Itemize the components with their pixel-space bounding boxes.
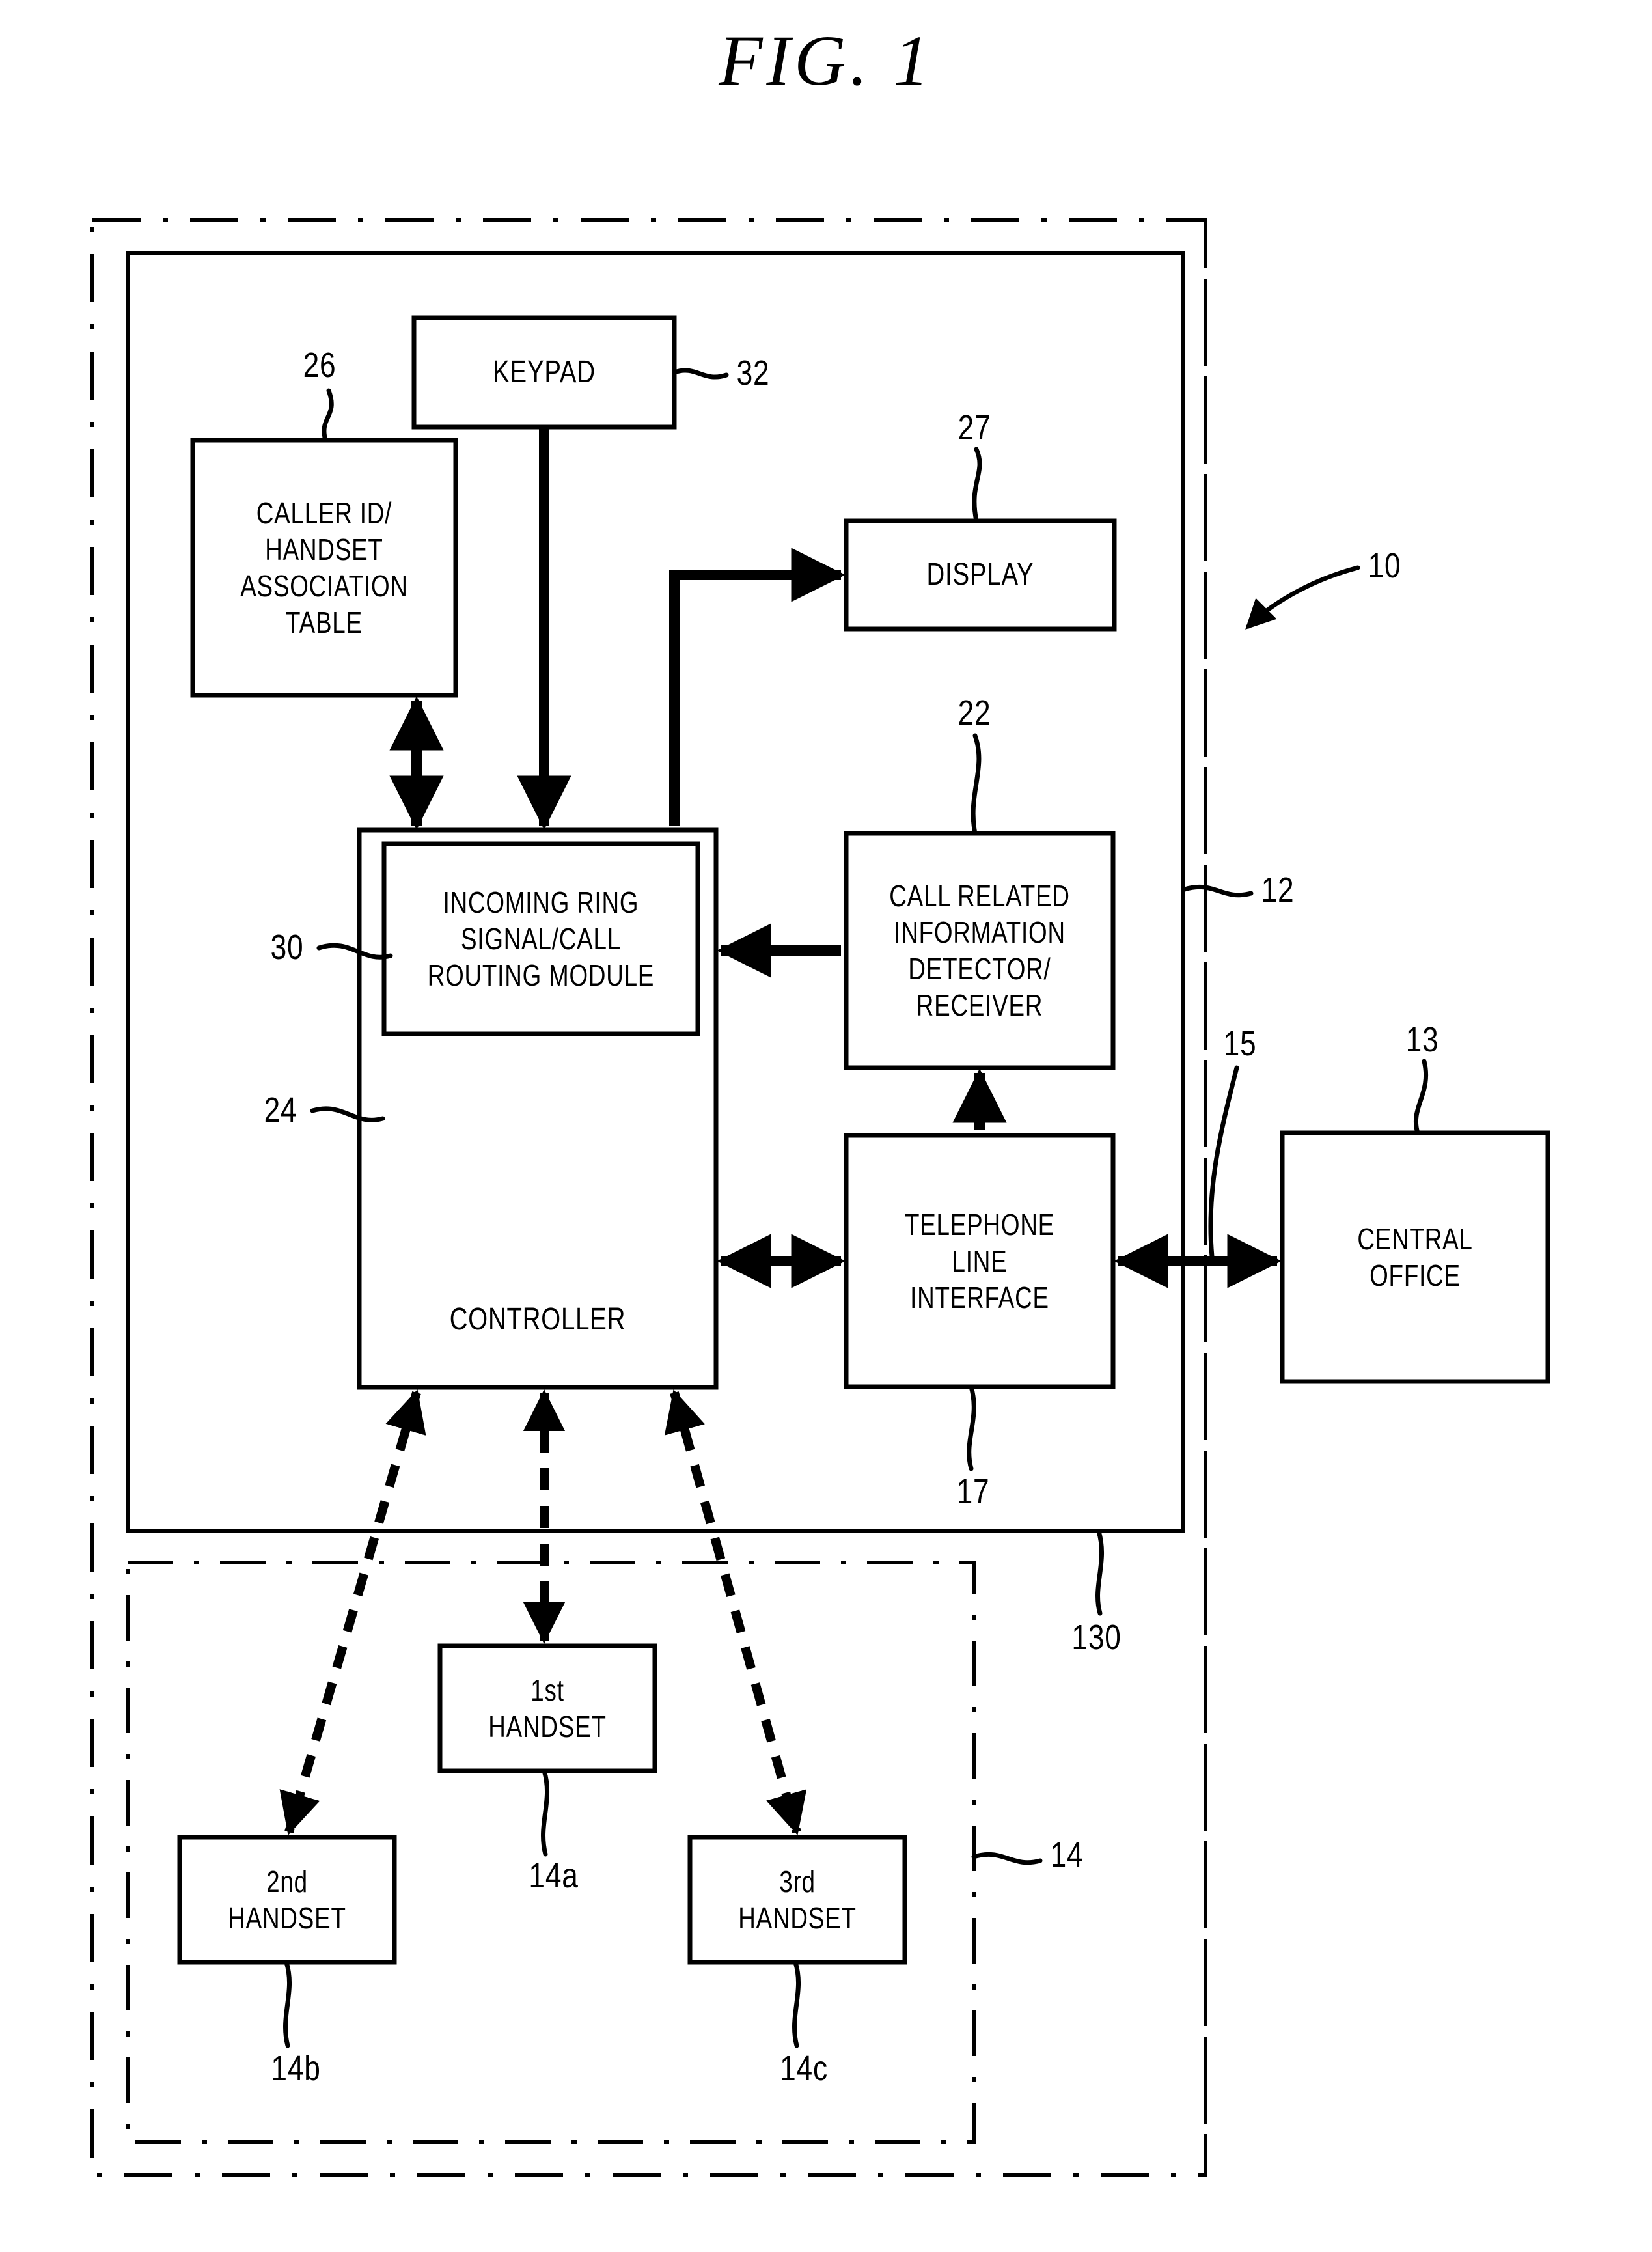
ref-15: 15	[1223, 1024, 1257, 1063]
leader-14a	[541, 1768, 550, 1857]
leader-14b	[283, 1960, 292, 2048]
ref-14: 14	[1050, 1835, 1084, 1874]
leader-27	[972, 447, 982, 523]
ref-14b: 14b	[271, 2049, 321, 2088]
leader-13	[1413, 1059, 1429, 1135]
display-box	[844, 518, 1117, 632]
diagram-line-art	[90, 218, 1550, 2177]
ref-32: 32	[736, 354, 770, 393]
central-office-box	[1280, 1130, 1550, 1384]
ref-17: 17	[956, 1472, 990, 1511]
figure-page: FIG. 1 KEYPAD CALLER ID/ HANDSET ASSOCIA…	[0, 0, 1652, 2252]
ref-130: 130	[1071, 1618, 1122, 1657]
system-boundary	[90, 218, 1207, 2177]
ref-22: 22	[957, 693, 991, 732]
leader-12	[1182, 884, 1254, 898]
leader-15	[1208, 1065, 1239, 1259]
handset-2-box	[177, 1835, 397, 1965]
handset-1-box	[437, 1643, 657, 1773]
component-box-outlines	[177, 315, 1550, 1965]
ref-14a: 14a	[529, 1856, 579, 1895]
leader-10	[1245, 565, 1360, 630]
handset-group-boundary	[126, 1561, 976, 2144]
leader-32	[672, 368, 729, 380]
ref-14c: 14c	[780, 2049, 828, 2088]
connectors	[279, 427, 1282, 1835]
leader-22	[971, 733, 982, 836]
conn-controller-handset2	[279, 1389, 426, 1835]
cri-detector-box	[844, 831, 1116, 1070]
ref-30: 30	[270, 928, 304, 967]
handset-3-box	[687, 1835, 907, 1965]
leader-30	[316, 943, 393, 960]
ref-24: 24	[264, 1091, 297, 1130]
routing-module-box	[381, 841, 700, 1036]
ref-13: 13	[1405, 1020, 1439, 1059]
caller-id-box	[190, 438, 458, 698]
ref-26: 26	[303, 346, 337, 385]
ref-27: 27	[957, 408, 991, 447]
leader-130	[1095, 1529, 1105, 1616]
leader-14c	[792, 1960, 801, 2048]
conn-controller-display	[669, 548, 846, 826]
conn-controller-handset3	[664, 1389, 807, 1835]
ref-10: 10	[1368, 546, 1401, 585]
leader-24	[310, 1106, 385, 1122]
keypad-box	[411, 315, 677, 430]
leader-17	[967, 1384, 976, 1471]
leader-26	[322, 388, 334, 443]
base-unit-boundary	[126, 251, 1185, 1533]
ref-12: 12	[1261, 870, 1295, 910]
leader-14	[971, 1852, 1043, 1865]
line-interface-box	[844, 1133, 1116, 1389]
controller-box	[357, 827, 719, 1390]
